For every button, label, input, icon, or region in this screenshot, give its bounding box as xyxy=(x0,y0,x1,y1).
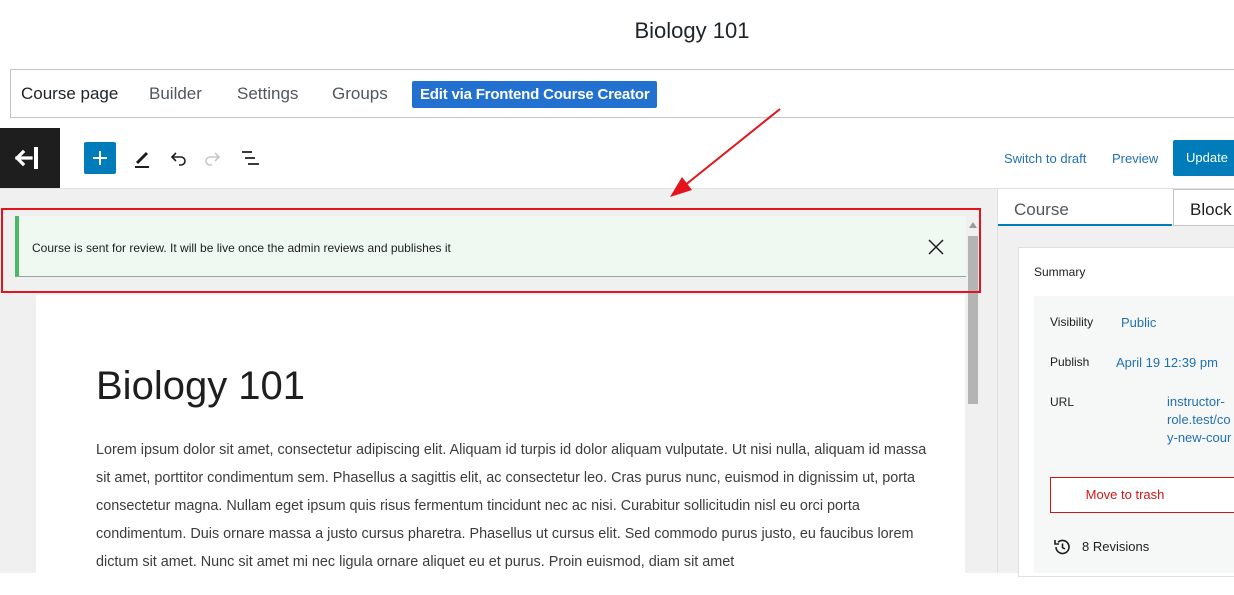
update-button[interactable]: Update xyxy=(1173,140,1234,176)
page-title: Biology 101 xyxy=(634,18,750,43)
tab-settings[interactable]: Settings xyxy=(237,84,298,104)
redo-icon xyxy=(205,152,221,166)
summary-heading[interactable]: Summary xyxy=(1034,265,1085,279)
tab-groups[interactable]: Groups xyxy=(332,84,388,104)
notice-message: Course is sent for review. It will be li… xyxy=(32,241,451,255)
plus-icon xyxy=(93,151,107,165)
revisions-count: 8 Revisions xyxy=(1082,539,1150,554)
editor-toolbar: Switch to draft Preview Update xyxy=(0,128,1234,189)
course-tabs: Course page Builder Settings Groups Edit… xyxy=(10,69,1234,118)
exit-editor-button[interactable] xyxy=(0,128,60,188)
permalink-line: instructor- xyxy=(1167,394,1225,409)
revisions-icon xyxy=(1054,539,1070,555)
pencil-icon xyxy=(135,151,149,168)
undo-button[interactable] xyxy=(162,142,194,174)
redo-button[interactable] xyxy=(197,142,229,174)
scrollbar-thumb[interactable] xyxy=(968,236,978,404)
dismiss-notice-button[interactable] xyxy=(925,236,947,258)
preview-button[interactable]: Preview xyxy=(1112,151,1158,166)
exit-icon xyxy=(14,147,38,169)
add-block-button[interactable] xyxy=(84,142,116,174)
tab-block[interactable]: Block xyxy=(1173,189,1234,226)
url-label: URL xyxy=(1050,395,1075,409)
post-title[interactable]: Biology 101 xyxy=(96,364,305,409)
publish-label: Publish xyxy=(1050,355,1090,369)
switch-to-draft-button[interactable]: Switch to draft xyxy=(1004,151,1086,166)
move-to-trash-button[interactable]: Move to trash xyxy=(1050,477,1234,513)
visibility-value[interactable]: Public xyxy=(1121,315,1156,330)
permalink[interactable]: instructor- role.test/co y-new-cour xyxy=(1167,393,1234,447)
scroll-up-arrow[interactable] xyxy=(969,222,977,228)
tab-builder[interactable]: Builder xyxy=(149,84,202,104)
undo-icon xyxy=(170,152,186,166)
list-view-icon xyxy=(242,151,259,165)
close-icon xyxy=(928,239,944,255)
visibility-label: Visibility xyxy=(1050,315,1094,329)
permalink-line: y-new-cour xyxy=(1167,430,1232,445)
tab-course[interactable]: Course xyxy=(998,189,1172,226)
review-notice: Course is sent for review. It will be li… xyxy=(15,216,966,277)
paragraph-block[interactable]: Lorem ipsum dolor sit amet, consectetur … xyxy=(96,436,936,576)
frontend-course-creator-button[interactable]: Edit via Frontend Course Creator xyxy=(412,81,658,108)
tab-course-page[interactable]: Course page xyxy=(21,84,118,104)
permalink-line: role.test/co xyxy=(1167,412,1231,427)
list-view-button[interactable] xyxy=(234,142,266,174)
publish-date[interactable]: April 19 12:39 pm xyxy=(1116,355,1218,370)
tools-button[interactable] xyxy=(126,142,158,174)
